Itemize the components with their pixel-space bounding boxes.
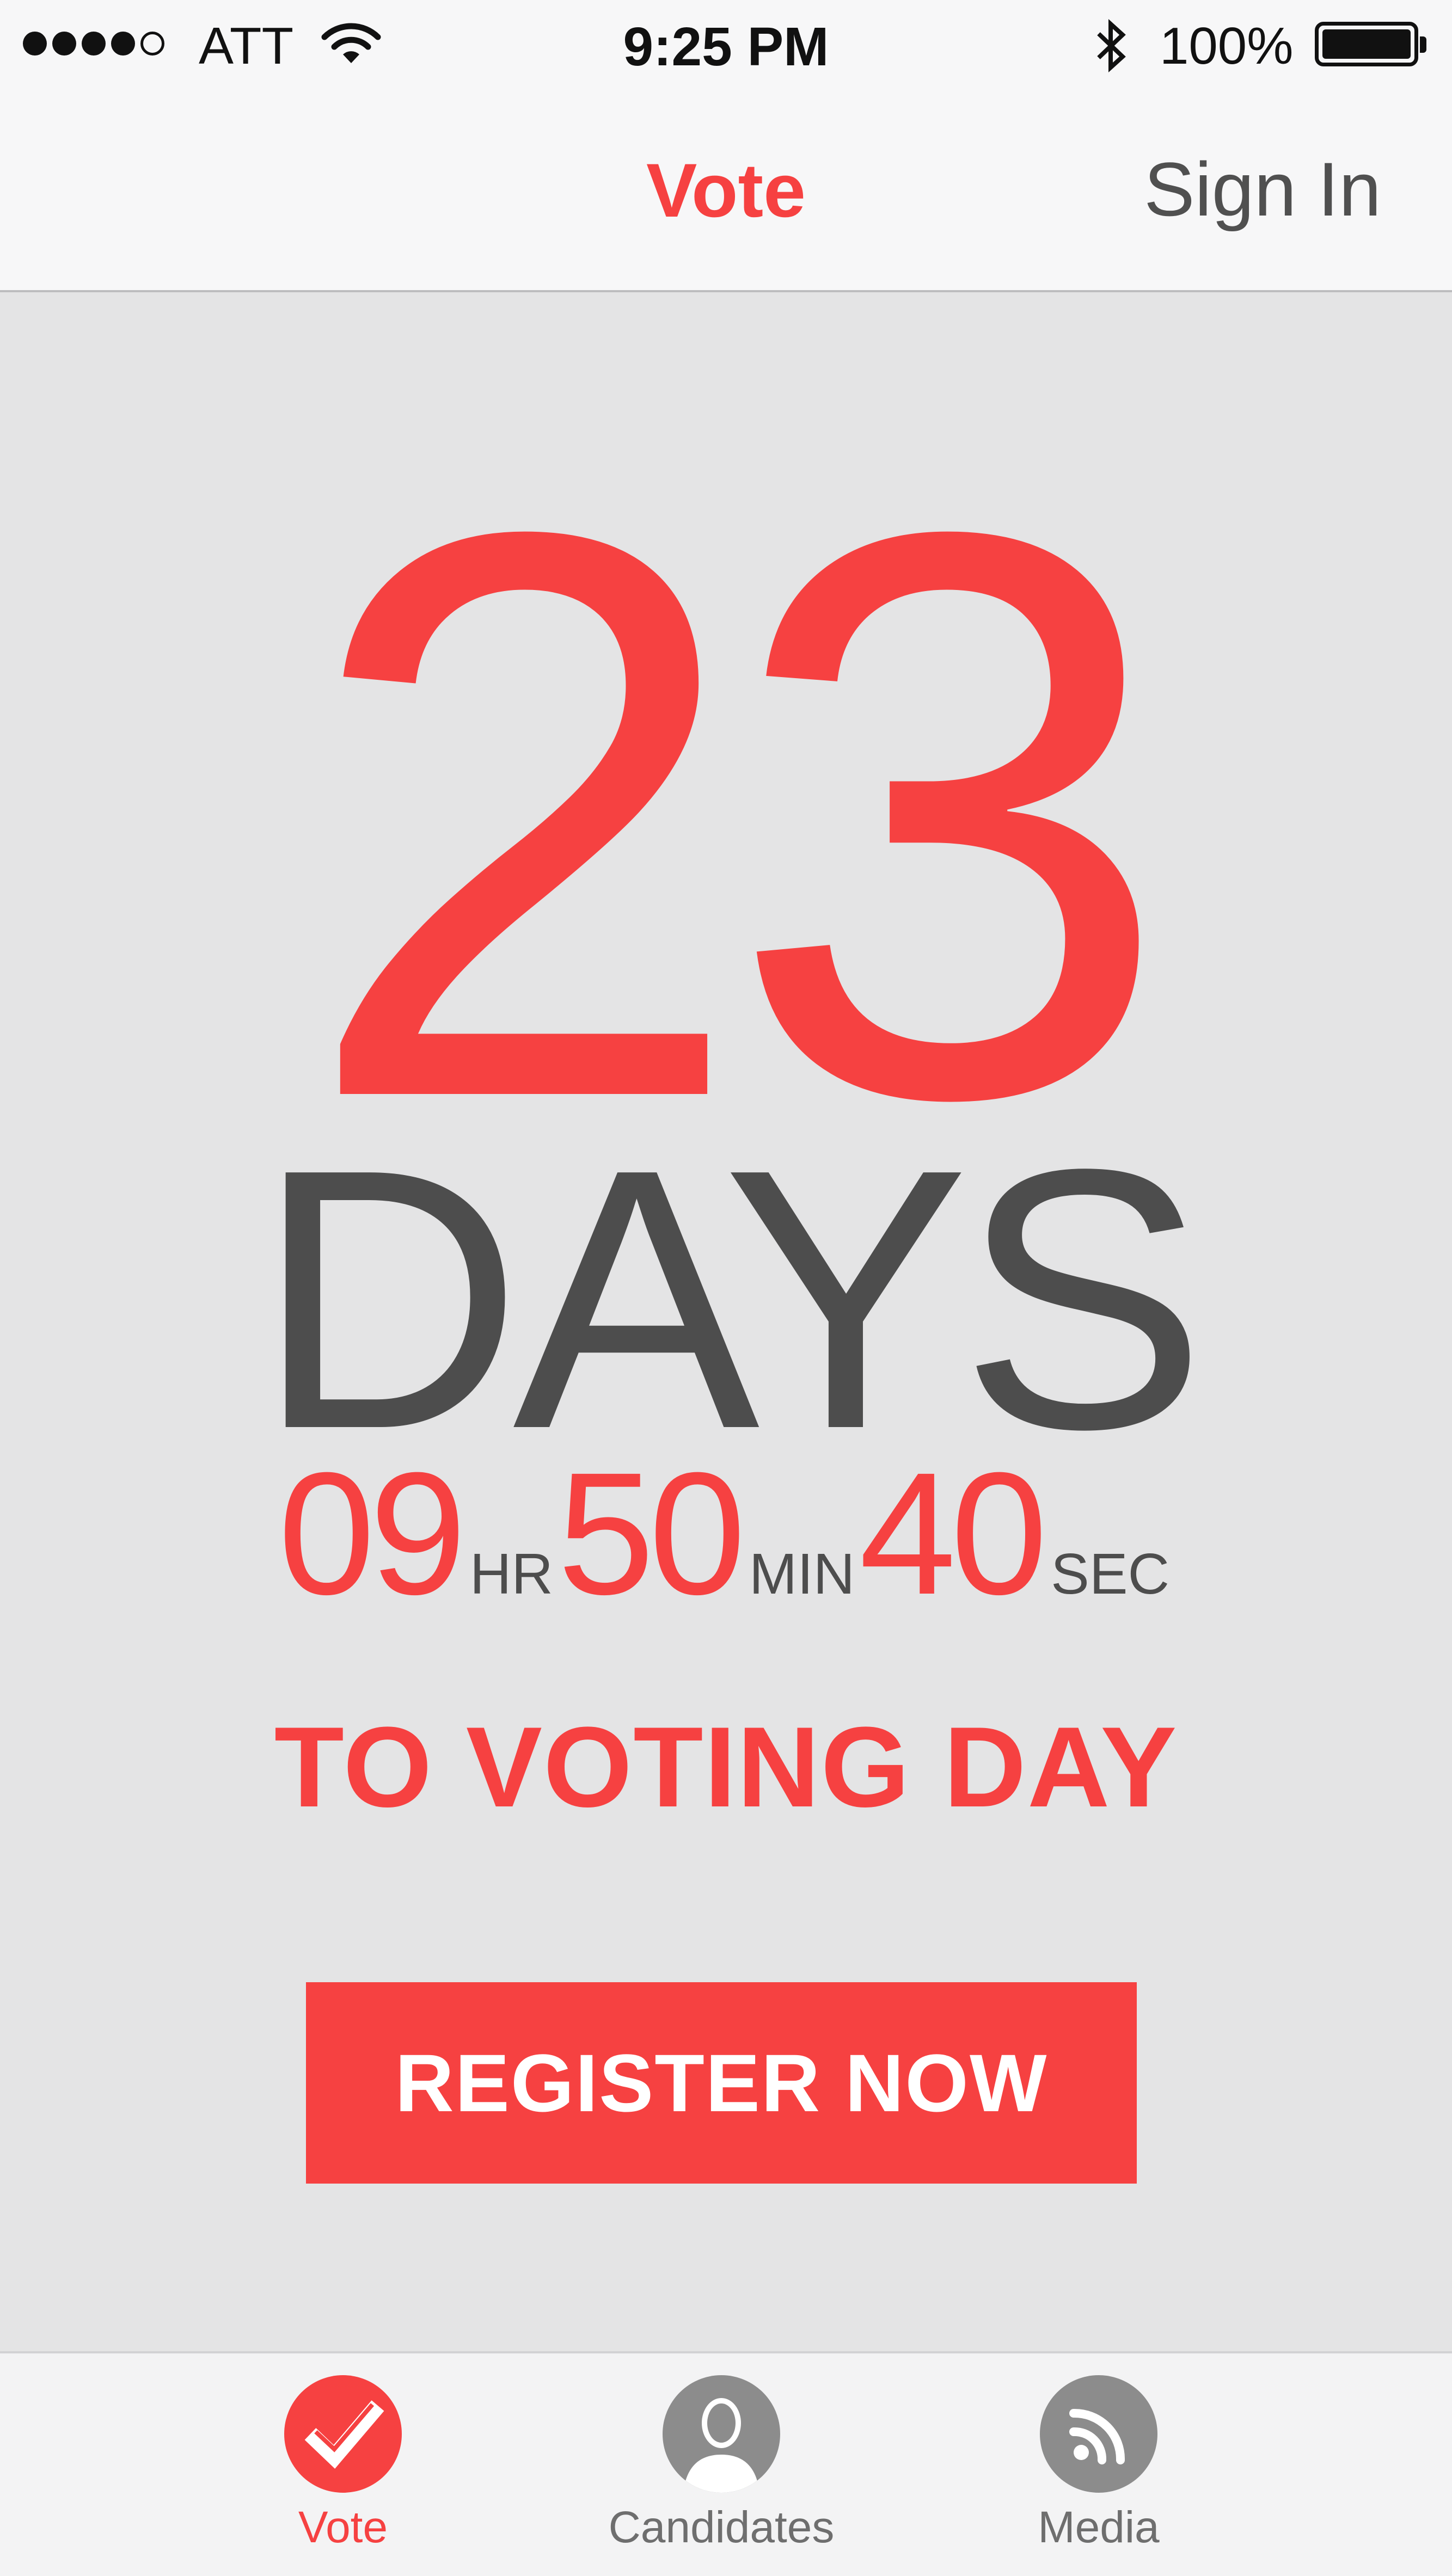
tab-candidates-label: Candidates bbox=[608, 2503, 835, 2552]
tab-vote-label: Vote bbox=[298, 2503, 388, 2552]
tab-media[interactable]: Media bbox=[908, 2375, 1289, 2571]
seconds-value: 40 bbox=[859, 1436, 1047, 1631]
navigation-bar: Vote Sign In bbox=[0, 93, 1452, 292]
battery-fill bbox=[1322, 29, 1411, 59]
sign-in-button[interactable]: Sign In bbox=[1144, 146, 1381, 233]
minutes-value: 50 bbox=[557, 1436, 746, 1631]
bluetooth-icon bbox=[1092, 19, 1130, 76]
tab-bar: Vote Candidates Media bbox=[0, 2351, 1452, 2576]
register-now-button[interactable]: REGISTER NOW bbox=[306, 1982, 1137, 2184]
checkmark-icon bbox=[284, 2375, 402, 2493]
time-remaining-row: 09 HR 50 MIN 40 SEC bbox=[0, 1441, 1452, 1626]
hours-unit: HR bbox=[469, 1542, 553, 1606]
hours-value: 09 bbox=[278, 1436, 467, 1631]
status-bar: ATT 9:25 PM 100% bbox=[0, 0, 1452, 93]
battery-tip bbox=[1420, 36, 1426, 53]
countdown-caption: TO VOTING DAY bbox=[274, 1703, 1178, 1831]
tab-vote[interactable]: Vote bbox=[152, 2375, 534, 2571]
seconds-unit: SEC bbox=[1051, 1542, 1170, 1606]
rss-feed-icon bbox=[1040, 2375, 1157, 2493]
days-label: DAYS bbox=[255, 1092, 1206, 1506]
battery-icon bbox=[1315, 22, 1426, 66]
tab-candidates[interactable]: Candidates bbox=[531, 2375, 912, 2571]
minutes-unit: MIN bbox=[749, 1542, 855, 1606]
battery-percentage: 100% bbox=[1160, 17, 1294, 75]
countdown-panel: 23 DAYS 09 HR 50 MIN 40 SEC TO VOTING DA… bbox=[0, 292, 1452, 2351]
tab-media-label: Media bbox=[1038, 2503, 1160, 2552]
person-icon bbox=[663, 2375, 780, 2493]
